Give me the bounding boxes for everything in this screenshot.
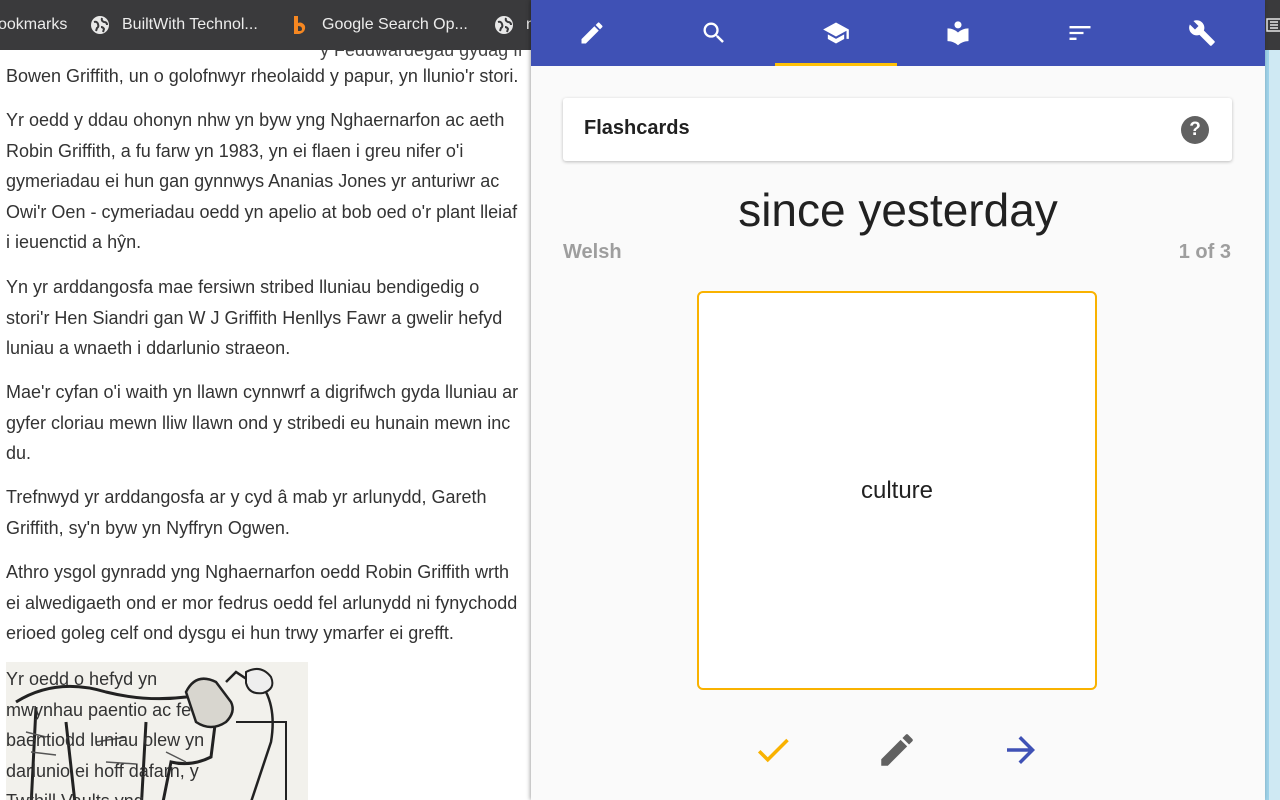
article-paragraph: Trefnwyd yr arddangosfa ar y cyd â mab y… (6, 487, 487, 538)
article-paragraph: Yn yr arddangosfa mae fersiwn stribed ll… (6, 277, 503, 359)
globe-icon (90, 15, 110, 35)
card-counter: 1 of 3 (1178, 241, 1231, 263)
article-content: y Feddwardegau gydag ff Bowen Griffith, … (0, 50, 540, 800)
sort-icon (1069, 26, 1091, 40)
tab-study[interactable] (897, 0, 1019, 66)
flashcard[interactable]: culture (697, 291, 1097, 690)
image-side-text: Yr oedd o hefyd yn mwynhau paentio ac fe… (6, 669, 205, 800)
reading-list-icon[interactable] (1266, 17, 1280, 33)
flashcards-header: Flashcards ? (563, 98, 1232, 161)
tab-settings[interactable] (1141, 0, 1263, 66)
flashcards-popup: Flashcards ? since yesterday Welsh 1 of … (531, 0, 1265, 800)
globe-icon (494, 15, 514, 35)
tab-sort[interactable] (1019, 0, 1141, 66)
article-partial-line: y Feddwardegau gydag ff (320, 50, 523, 60)
flashcard-word: since yesterday (738, 184, 1058, 236)
popup-toolbar (531, 0, 1265, 66)
bookmark-label: BuiltWith Technol... (122, 16, 258, 33)
bookmark-label: ookmarks (0, 16, 68, 33)
bing-icon (290, 15, 310, 35)
article-paragraph: Mae'r cyfan o'i waith yn llawn cynnwrf a… (6, 382, 519, 464)
article-paragraph: Athro ysgol gynradd yng Nghaernarfon oed… (6, 562, 518, 644)
pencil-icon (881, 734, 913, 766)
flashcard-text: culture (860, 476, 934, 504)
edit-card-button[interactable] (873, 726, 921, 774)
bookmark-google-search-op[interactable]: Google Search Op... (290, 0, 468, 50)
pencil-icon (581, 22, 603, 44)
help-icon[interactable]: ? (1181, 116, 1209, 144)
article-paragraph: Yr oedd y ddau ohonyn nhw yn byw yng Ngh… (6, 110, 518, 253)
check-icon (757, 738, 789, 763)
search-icon (703, 22, 724, 43)
page-scroll-edge (1265, 50, 1280, 800)
page-title: Flashcards (584, 117, 690, 139)
language-label: Welsh (563, 241, 622, 263)
article-paragraph: Bowen Griffith, un o golofnwyr rheolaidd… (6, 66, 519, 86)
graduation-cap-icon (823, 22, 849, 44)
tab-learn[interactable] (775, 0, 897, 66)
tab-edit[interactable] (531, 0, 653, 66)
next-card-button[interactable] (997, 726, 1045, 774)
bookmark-bookmarks[interactable]: ookmarks (0, 0, 67, 50)
reading-book-icon (947, 21, 969, 46)
correct-button[interactable] (749, 726, 797, 774)
bookmark-label: Google Search Op... (322, 16, 468, 33)
tab-search[interactable] (653, 0, 775, 66)
bookmark-builtwith[interactable]: BuiltWith Technol... (90, 0, 258, 50)
wrench-icon (1189, 20, 1215, 46)
bookmark-globe[interactable]: n (494, 0, 535, 50)
arrow-right-icon (1007, 736, 1035, 764)
